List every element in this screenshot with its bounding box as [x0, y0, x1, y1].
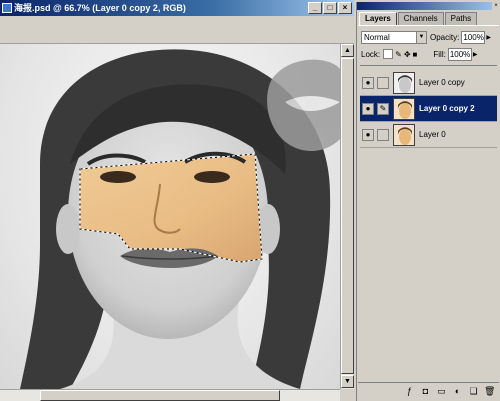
maximize-button[interactable]: □: [323, 2, 337, 14]
trash-icon[interactable]: 🗑: [484, 386, 495, 397]
eye-icon[interactable]: ●: [362, 129, 374, 141]
opacity-slider-icon[interactable]: ▶: [486, 34, 491, 41]
fill-slider-icon[interactable]: ▶: [473, 51, 478, 58]
layer-row-selected[interactable]: ● ✎ Layer 0 copy 2: [360, 96, 497, 122]
eye-icon[interactable]: ●: [362, 103, 374, 115]
palette-footer: ƒ ◘ ▭ ◐ ❏ 🗑: [358, 382, 499, 400]
thumbnail-face-icon: [394, 125, 414, 145]
opacity-label: Opacity:: [430, 32, 460, 42]
link-box[interactable]: [377, 77, 389, 89]
window-buttons: _ □ ×: [308, 2, 352, 14]
horizontal-scrollbar[interactable]: [0, 389, 340, 401]
chevron-down-icon: ▼: [416, 31, 426, 43]
tab-paths[interactable]: Paths: [444, 12, 478, 25]
layer-style-icon[interactable]: ƒ: [404, 386, 415, 397]
image-canvas[interactable]: [0, 44, 340, 389]
lock-row: Lock: ✎ ✥ ■ Fill: 100% ▶: [361, 47, 497, 61]
tab-channels[interactable]: Channels: [397, 12, 444, 25]
thumbnail-face-icon: [398, 75, 412, 93]
left-ear-shape: [56, 204, 80, 254]
photoshop-doc-icon: [2, 3, 12, 13]
link-box[interactable]: [377, 129, 389, 141]
new-layer-icon[interactable]: ❏: [468, 386, 479, 397]
portrait-image: [20, 49, 340, 389]
vertical-scroll-thumb[interactable]: [341, 58, 354, 374]
layer-name: Layer 0: [419, 130, 446, 139]
resize-corner[interactable]: [340, 389, 354, 401]
lock-label: Lock:: [361, 49, 381, 59]
layers-list: ● Layer 0 copy ● ✎ Layer 0 copy 2 ● Laye…: [360, 65, 497, 380]
brush-icon[interactable]: ✎: [377, 103, 389, 115]
layer-thumbnail: [393, 72, 415, 94]
document-title-bar[interactable]: 海报.psd @ 66.7% (Layer 0 copy 2, RGB) _ □…: [0, 0, 354, 16]
horizontal-scroll-thumb[interactable]: [40, 390, 280, 401]
layer-name: Layer 0 copy: [419, 78, 465, 87]
blend-mode-select[interactable]: Normal ▼: [361, 30, 427, 44]
layer-thumbnail: [393, 124, 415, 146]
document-title: 海报.psd @ 66.7% (Layer 0 copy 2, RGB): [14, 3, 186, 13]
fill-label: Fill:: [433, 49, 446, 59]
vertical-scrollbar[interactable]: ▲ ▼: [340, 44, 354, 389]
new-set-icon[interactable]: ▭: [436, 386, 447, 397]
document-toolbar-strip: [0, 16, 354, 44]
thumbnail-face-icon: [394, 99, 414, 119]
palette-body: Normal ▼ Opacity: 100% ▶ Lock: ✎ ✥ ■ Fil…: [358, 25, 499, 399]
scroll-down-icon[interactable]: ▼: [341, 375, 354, 388]
tab-layers[interactable]: Layers: [359, 12, 397, 25]
mask-icon[interactable]: ◘: [420, 386, 431, 397]
blend-mode-value: Normal: [364, 32, 390, 42]
left-eye-shape: [100, 171, 136, 183]
minimize-button[interactable]: _: [308, 2, 322, 14]
palette-close-icon[interactable]: ×: [492, 2, 500, 10]
layer-row[interactable]: ● Layer 0: [360, 122, 497, 148]
adjustment-layer-icon[interactable]: ◐: [452, 386, 463, 397]
layer-name: Layer 0 copy 2: [419, 104, 475, 113]
layers-palette: × Layers Channels Paths Normal ▼ Opacity…: [356, 2, 500, 401]
palette-title-bar[interactable]: ×: [357, 2, 500, 10]
right-eye-shape: [194, 171, 230, 183]
scroll-up-icon[interactable]: ▲: [341, 44, 354, 57]
fill-field[interactable]: 100%: [447, 47, 472, 61]
document-window: 海报.psd @ 66.7% (Layer 0 copy 2, RGB) _ □…: [0, 0, 354, 401]
brush-lock-icon[interactable]: ✎: [395, 50, 402, 59]
palette-tabs: Layers Channels Paths: [359, 12, 478, 25]
layer-row[interactable]: ● Layer 0 copy: [360, 70, 497, 96]
lock-all-icon[interactable]: ■: [413, 50, 418, 59]
lock-transparency-checkbox[interactable]: [383, 49, 394, 59]
opacity-field[interactable]: 100%: [461, 30, 486, 44]
move-lock-icon[interactable]: ✥: [404, 50, 411, 59]
layer-thumbnail: [393, 98, 415, 120]
close-button[interactable]: ×: [338, 2, 352, 14]
blend-row: Normal ▼ Opacity: 100% ▶: [361, 30, 497, 44]
eye-icon[interactable]: ●: [362, 77, 374, 89]
